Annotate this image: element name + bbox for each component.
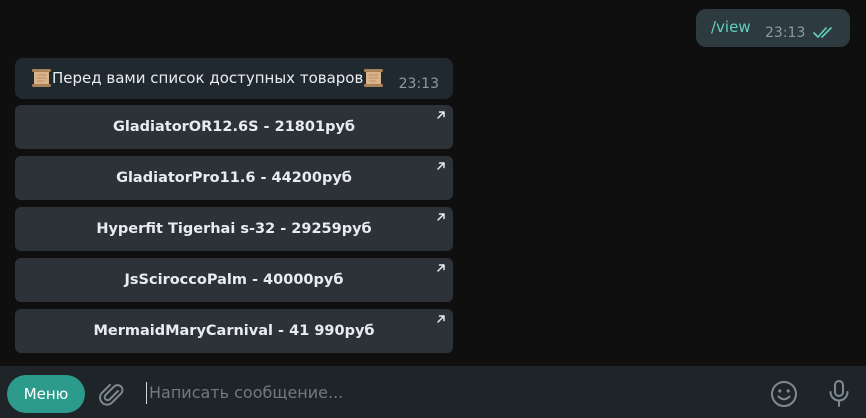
external-arrow-icon <box>437 162 445 170</box>
inline-button-label: JsSciroccoPalm - 40000руб <box>124 272 344 288</box>
inline-button-product-4[interactable]: JsSciroccoPalm - 40000руб <box>15 258 453 302</box>
inline-button-product-1[interactable]: GladiatorOR12.6S - 21801руб <box>15 105 453 149</box>
double-check-icon <box>813 27 832 38</box>
scroll-icon <box>32 69 51 87</box>
incoming-message[interactable]: Перед вами список доступных товаров 23:1… <box>15 58 453 99</box>
inline-button-label: MermaidMaryCarnival - 41 990руб <box>93 323 375 339</box>
inline-button-label: GladiatorOR12.6S - 21801руб <box>112 119 356 135</box>
incoming-message-time: 23:13 <box>398 76 439 92</box>
incoming-message-label: Перед вами список доступных товаров <box>52 69 364 87</box>
outgoing-message[interactable]: /view 23:13 <box>696 9 850 47</box>
external-arrow-icon <box>437 213 445 221</box>
menu-button[interactable]: Меню <box>7 375 85 413</box>
chat-history: /view 23:13 Перед вами список доступных … <box>0 0 866 366</box>
inline-button-product-2[interactable]: GladiatorPro11.6 - 44200руб <box>15 156 453 200</box>
text-caret <box>146 382 147 404</box>
external-arrow-icon <box>437 111 445 119</box>
outgoing-message-time: 23:13 <box>765 25 806 41</box>
inline-button-label: Hyperfit Tigerhai s-32 - 29259руб <box>96 221 372 237</box>
outgoing-message-text: /view <box>711 18 751 36</box>
paperclip-icon[interactable] <box>98 381 126 409</box>
external-arrow-icon <box>437 264 445 272</box>
external-arrow-icon <box>437 315 445 323</box>
emoji-icon[interactable] <box>768 378 800 410</box>
message-input[interactable] <box>149 383 729 402</box>
inline-button-label: GladiatorPro11.6 - 44200руб <box>116 170 352 186</box>
scroll-icon <box>364 69 384 87</box>
inline-button-product-5[interactable]: MermaidMaryCarnival - 41 990руб <box>15 309 453 353</box>
incoming-message-text: Перед вами список доступных товаров <box>31 68 384 88</box>
message-composer: Меню <box>0 366 866 418</box>
inline-button-product-3[interactable]: Hyperfit Tigerhai s-32 - 29259руб <box>15 207 453 251</box>
microphone-icon[interactable] <box>826 378 852 410</box>
